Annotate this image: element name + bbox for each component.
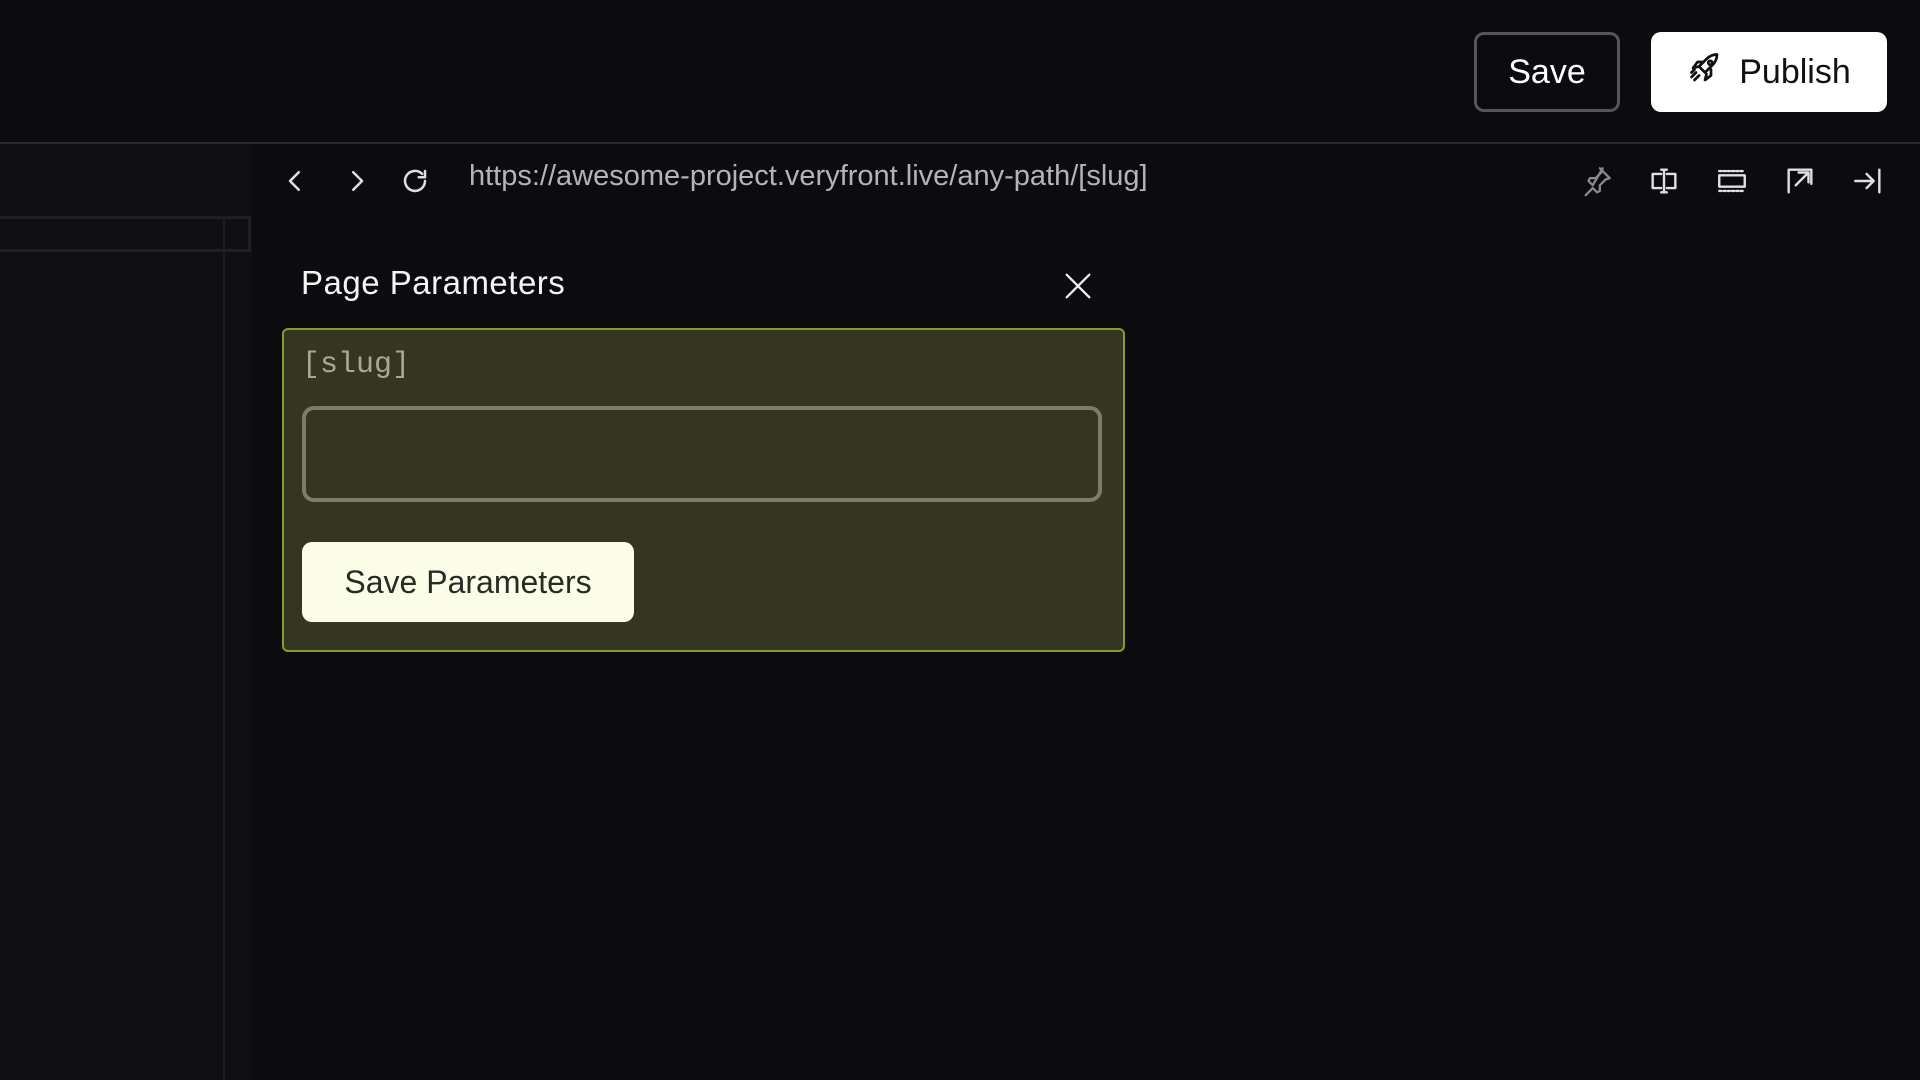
top-toolbar: Save Publish: [0, 0, 1920, 144]
close-icon[interactable]: [1058, 266, 1098, 306]
save-parameters-button[interactable]: Save Parameters: [302, 542, 634, 622]
publish-button[interactable]: Publish: [1651, 32, 1887, 112]
save-parameters-label: Save Parameters: [344, 563, 592, 600]
preview-url-bar: https://awesome-project.veryfront.live/a…: [252, 146, 1920, 216]
sidebar-divider: [223, 216, 225, 1080]
viewport-icon[interactable]: [1713, 162, 1751, 200]
collapse-panel-icon[interactable]: [1849, 162, 1887, 200]
slug-param-input[interactable]: [302, 406, 1102, 502]
text-cursor-frame-icon[interactable]: [1645, 162, 1683, 200]
sidebar-field[interactable]: [0, 216, 251, 252]
open-external-icon[interactable]: [1781, 162, 1819, 200]
left-sidebar: [0, 144, 252, 1080]
chevron-right-icon[interactable]: [340, 164, 374, 198]
pin-icon[interactable]: [1578, 162, 1616, 200]
param-card: [slug] Save Parameters: [282, 328, 1125, 652]
save-button-label: Save: [1508, 52, 1586, 91]
rocket-icon: [1687, 50, 1723, 95]
chevron-left-icon[interactable]: [278, 164, 312, 198]
save-button[interactable]: Save: [1474, 32, 1620, 112]
page-parameters-title: Page Parameters: [301, 264, 566, 301]
param-name-label: [slug]: [302, 348, 411, 382]
url-text[interactable]: https://awesome-project.veryfront.live/a…: [469, 160, 1148, 193]
reload-icon[interactable]: [398, 164, 432, 198]
publish-button-label: Publish: [1739, 52, 1851, 91]
